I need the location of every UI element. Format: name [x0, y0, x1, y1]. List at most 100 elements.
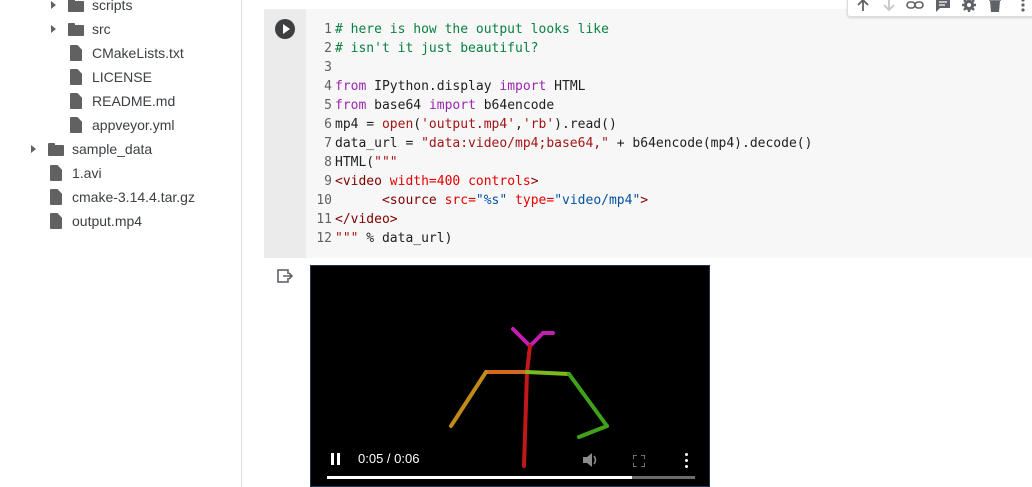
code-line: 5 from base64 import b64encode — [306, 96, 812, 115]
code-token: import — [428, 98, 476, 113]
code-token: </video> — [335, 212, 398, 227]
code-token: width=400 controls — [389, 174, 531, 189]
code-line: 11 </video> — [306, 210, 812, 229]
code-token: % data_url) — [358, 231, 453, 246]
pause-button[interactable] — [331, 453, 341, 465]
file-icon — [50, 213, 62, 229]
arrow-down-icon[interactable] — [880, 0, 900, 13]
link-icon[interactable] — [906, 0, 926, 13]
file-tree-item[interactable]: 1.avi — [48, 162, 102, 184]
code-token: IPython.display — [366, 79, 500, 94]
folder-icon — [68, 22, 84, 36]
file-tree-item[interactable]: CMakeLists.txt — [68, 42, 184, 64]
chevron-right-icon[interactable] — [51, 25, 56, 33]
code-token: # here is how the output looks like — [335, 22, 609, 37]
file-tree-item-label: 1.avi — [72, 165, 102, 181]
comment-icon[interactable] — [934, 0, 954, 13]
code-token: HTML( — [335, 155, 375, 170]
code-line: 12 """ % data_url) — [306, 229, 812, 248]
code-line: 6 mp4 = open('output.mp4','rb').read() — [306, 115, 812, 134]
file-tree-item-label: sample_data — [72, 141, 153, 157]
code-token: "video/mp4" — [554, 193, 641, 208]
code-line: 9 <video width=400 controls> — [306, 172, 812, 191]
code-token: from — [335, 79, 367, 94]
code-token: + b64encode(mp4).decode() — [608, 136, 813, 151]
video-progress-fill — [327, 476, 633, 479]
more-vert-icon[interactable] — [1014, 0, 1032, 13]
code-token: > — [530, 174, 539, 189]
video-more-options-icon[interactable] — [684, 452, 690, 468]
file-tree-item-label: LICENSE — [92, 69, 152, 85]
code-cell[interactable]: 1 # here is how the output looks like 2 # i… — [264, 9, 1032, 258]
file-icon — [70, 93, 82, 109]
video-controls: 0:05 / 0:06 — [311, 426, 709, 486]
skeleton-shoulder-right — [525, 370, 571, 376]
code-line: 10 <source src="%s" type="video/mp4"> — [306, 191, 812, 210]
trash-icon[interactable] — [986, 0, 1006, 13]
code-editor[interactable]: 1 # here is how the output looks like 2 # i… — [306, 20, 812, 248]
file-tree-item[interactable]: scripts — [51, 0, 133, 16]
line-number: 7 — [324, 136, 332, 151]
line-number: 3 — [324, 60, 332, 75]
code-token: open — [381, 117, 414, 132]
file-tree-item[interactable]: sample_data — [31, 138, 153, 160]
gear-icon[interactable] — [960, 0, 980, 13]
file-tree-item-label: scripts — [92, 0, 133, 13]
folder-icon — [68, 0, 84, 12]
line-number: 6 — [324, 117, 332, 132]
file-icon — [70, 69, 82, 85]
code-token: from — [335, 98, 367, 113]
chevron-right-icon[interactable] — [31, 145, 36, 153]
file-icon — [70, 117, 82, 133]
arrow-up-icon[interactable] — [854, 0, 874, 13]
code-token: HTML — [546, 79, 586, 94]
video-progress-bar[interactable] — [327, 476, 695, 479]
code-token: > — [640, 193, 649, 208]
cell-gutter — [264, 9, 306, 258]
chevron-right-icon[interactable] — [51, 1, 56, 9]
file-tree-item-label: CMakeLists.txt — [92, 45, 184, 61]
file-icon — [50, 189, 62, 205]
code-token: b64encode — [475, 98, 555, 113]
file-tree-item[interactable]: README.md — [68, 90, 175, 112]
line-number: 8 — [324, 155, 332, 170]
cell-toolbar — [847, 0, 1032, 17]
file-tree-item[interactable]: LICENSE — [68, 66, 152, 88]
file-tree-item[interactable]: cmake-3.14.4.tar.gz — [48, 186, 195, 208]
file-tree-item-label: src — [92, 21, 111, 37]
code-token: base64 — [366, 98, 429, 113]
code-line: 7 data_url = "data:video/mp4;base64," + b… — [306, 134, 812, 153]
code-token: 'output.mp4' — [421, 117, 516, 132]
code-token: """ — [374, 155, 398, 170]
file-tree-item[interactable]: src — [51, 18, 111, 40]
file-browser-sidebar: scripts src CMakeLists.txt LICENSE README.md… — [0, 0, 242, 487]
code-line: 2 # isn't it just beautiful? — [306, 39, 812, 58]
fullscreen-icon[interactable] — [632, 454, 646, 468]
code-token: src= — [444, 193, 476, 208]
file-tree-item[interactable]: appveyor.yml — [68, 114, 174, 136]
code-line: 4 from IPython.display import HTML — [306, 77, 812, 96]
folder-icon — [48, 142, 64, 156]
skeleton-arm-right — [567, 372, 609, 428]
line-number: 5 — [324, 98, 332, 113]
volume-icon[interactable] — [582, 452, 600, 468]
file-tree-item[interactable]: output.mp4 — [48, 210, 142, 232]
code-token: , — [515, 117, 523, 132]
code-line: 1 # here is how the output looks like — [306, 20, 812, 39]
skeleton-neck — [525, 344, 532, 374]
line-number: 12 — [316, 231, 332, 246]
line-number: 4 — [324, 79, 332, 94]
code-token: # isn't it just beautiful? — [335, 41, 539, 56]
code-token: ).read() — [554, 117, 617, 132]
code-token: <video — [335, 174, 390, 189]
skeleton-head-left — [511, 327, 532, 348]
video-player[interactable]: 0:05 / 0:06 — [310, 265, 710, 487]
file-tree-item-label: README.md — [92, 93, 176, 109]
output-exit-icon[interactable] — [277, 268, 295, 284]
code-line: 8 HTML(""" — [306, 153, 812, 172]
line-number: 2 — [324, 41, 332, 56]
run-cell-button[interactable] — [275, 19, 295, 39]
line-number: 9 — [324, 174, 332, 189]
code-line: 3 — [306, 58, 812, 77]
